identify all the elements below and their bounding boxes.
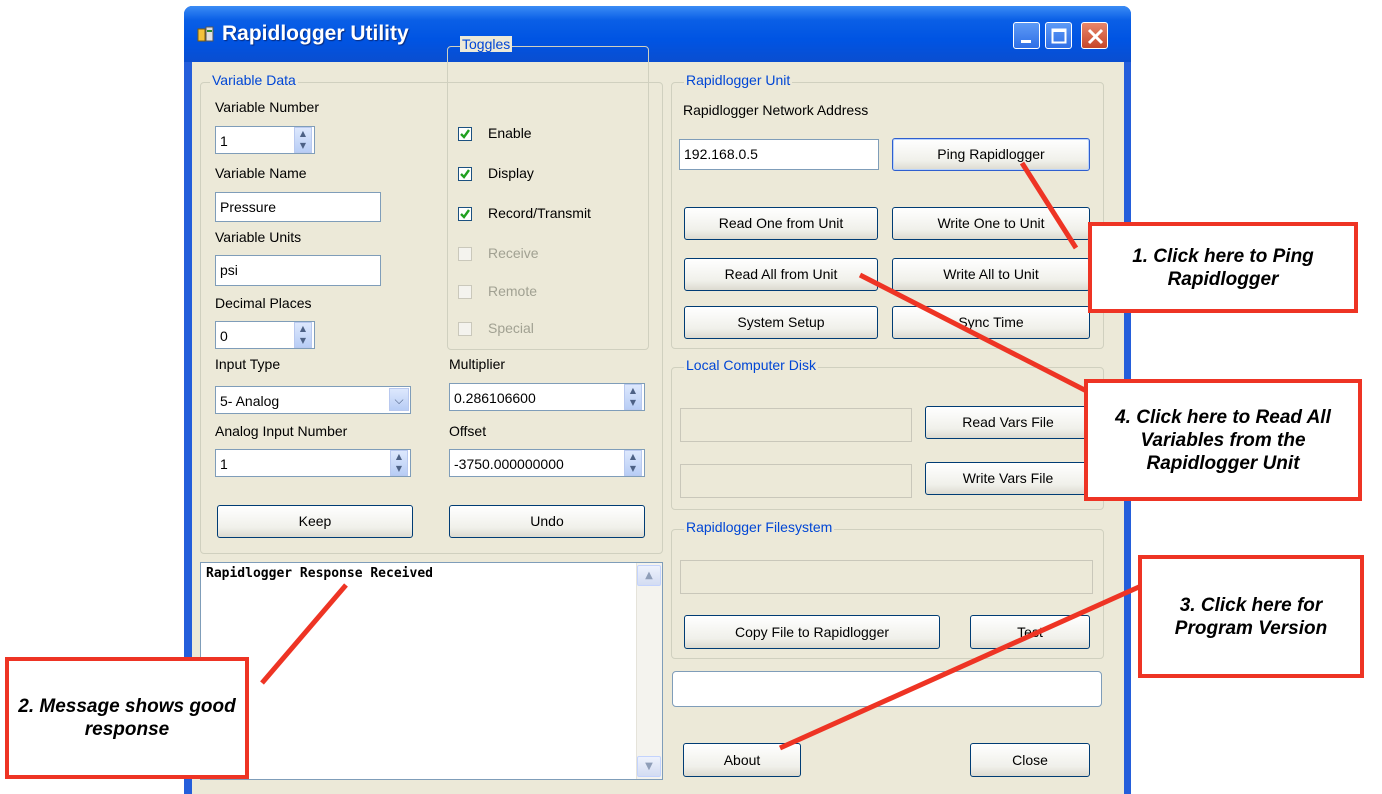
scroll-down-icon[interactable]: ▼	[637, 756, 661, 777]
window-close-button[interactable]	[1081, 22, 1108, 49]
sync-time-button[interactable]: Sync Time	[892, 306, 1090, 339]
message-text: Rapidlogger Response Received	[206, 566, 433, 581]
callout-ping: 1. Click here to Ping Rapidlogger	[1088, 222, 1358, 313]
write-vars-file-button[interactable]: Write Vars File	[925, 462, 1091, 495]
filesystem-legend: Rapidlogger Filesystem	[684, 519, 835, 535]
variable-units-label: Variable Units	[215, 229, 302, 245]
checkbox	[458, 247, 472, 261]
checkbox[interactable]	[458, 127, 472, 141]
variable-name-input[interactable]: Pressure	[215, 192, 381, 222]
read-all-button[interactable]: Read All from Unit	[684, 258, 878, 291]
multiplier-label: Multiplier	[449, 356, 506, 372]
filesystem-path-field	[680, 560, 1093, 594]
minimize-button[interactable]	[1013, 22, 1040, 49]
input-type-label: Input Type	[215, 356, 281, 372]
close-button[interactable]: Close	[970, 743, 1090, 777]
decimal-places-label: Decimal Places	[215, 295, 312, 311]
message-scrollbar[interactable]	[636, 563, 662, 779]
callout-message: 2. Message shows good response	[5, 657, 249, 779]
toggles-legend: Toggles	[460, 36, 513, 52]
toggle-label: Display	[488, 165, 534, 181]
toggle-label: Record/Transmit	[488, 205, 591, 221]
analog-input-input[interactable]: 1	[215, 449, 411, 477]
rapidlogger-unit-legend: Rapidlogger Unit	[684, 72, 793, 88]
checkbox	[458, 285, 472, 299]
ping-rapidlogger-button[interactable]: Ping Rapidlogger	[892, 138, 1090, 171]
about-button[interactable]: About	[683, 743, 801, 777]
copy-file-button[interactable]: Copy File to Rapidlogger	[684, 615, 940, 649]
toggle-display[interactable]: Display	[458, 165, 643, 187]
analog-input-spinner[interactable]: ▲ ▼	[390, 450, 408, 476]
read-vars-file-button[interactable]: Read Vars File	[925, 406, 1091, 439]
local-disk-legend: Local Computer Disk	[684, 357, 818, 373]
window-title: Rapidlogger Utility	[222, 22, 409, 45]
checkbox[interactable]	[458, 167, 472, 181]
multiplier-input[interactable]: 0.286106600	[449, 383, 645, 411]
toggle-label: Special	[488, 320, 534, 336]
offset-label: Offset	[449, 423, 487, 439]
variable-number-label: Variable Number	[215, 99, 320, 115]
variable-data-legend: Variable Data	[210, 72, 298, 88]
read-vars-path-field	[680, 408, 912, 442]
offset-input[interactable]: -3750.000000000	[449, 449, 645, 477]
toggle-remote: Remote	[458, 283, 643, 305]
app-icon	[196, 25, 216, 45]
analog-input-label: Analog Input Number	[215, 423, 348, 439]
status-field	[672, 671, 1102, 707]
toggle-receive: Receive	[458, 245, 643, 267]
checkmark-icon	[460, 209, 470, 219]
checkmark-icon	[460, 169, 470, 179]
variable-name-label: Variable Name	[215, 165, 307, 181]
callout-version: 3. Click here for Program Version	[1138, 555, 1364, 678]
write-all-button[interactable]: Write All to Unit	[892, 258, 1090, 291]
write-one-button[interactable]: Write One to Unit	[892, 207, 1090, 240]
checkbox	[458, 322, 472, 336]
keep-button[interactable]: Keep	[217, 505, 413, 538]
message-box[interactable]	[200, 562, 663, 780]
network-address-label: Rapidlogger Network Address	[683, 102, 869, 118]
variable-number-spinner[interactable]: ▲ ▼	[294, 127, 312, 153]
checkbox[interactable]	[458, 207, 472, 221]
scroll-up-icon[interactable]: ▲	[637, 565, 661, 586]
variable-units-input[interactable]: psi	[215, 255, 381, 286]
toggle-enable[interactable]: Enable	[458, 125, 643, 147]
toggle-label: Enable	[488, 125, 532, 141]
callout-read-all: 4. Click here to Read All Variables from…	[1084, 379, 1362, 501]
undo-button[interactable]: Undo	[449, 505, 645, 538]
toggle-label: Receive	[488, 245, 539, 261]
minimize-icon	[1021, 40, 1031, 43]
decimal-places-spinner[interactable]: ▲ ▼	[294, 322, 312, 348]
read-one-button[interactable]: Read One from Unit	[684, 207, 878, 240]
input-type-select[interactable]: 5- Analog	[215, 386, 411, 414]
chevron-down-icon[interactable]: ⌵	[389, 388, 409, 411]
offset-spinner[interactable]: ▲ ▼	[624, 450, 642, 476]
system-setup-button[interactable]: System Setup	[684, 306, 878, 339]
toggle-special: Special	[458, 320, 643, 342]
checkmark-icon	[460, 129, 470, 139]
maximize-button[interactable]	[1045, 22, 1072, 49]
close-icon	[1087, 28, 1104, 45]
network-address-input[interactable]: 192.168.0.5	[679, 139, 879, 170]
toggle-record-transmit[interactable]: Record/Transmit	[458, 205, 643, 227]
multiplier-spinner[interactable]: ▲ ▼	[624, 384, 642, 410]
write-vars-path-field	[680, 464, 912, 498]
test-button[interactable]: Test	[970, 615, 1090, 649]
maximize-icon	[1051, 28, 1067, 44]
toggle-label: Remote	[488, 283, 538, 299]
